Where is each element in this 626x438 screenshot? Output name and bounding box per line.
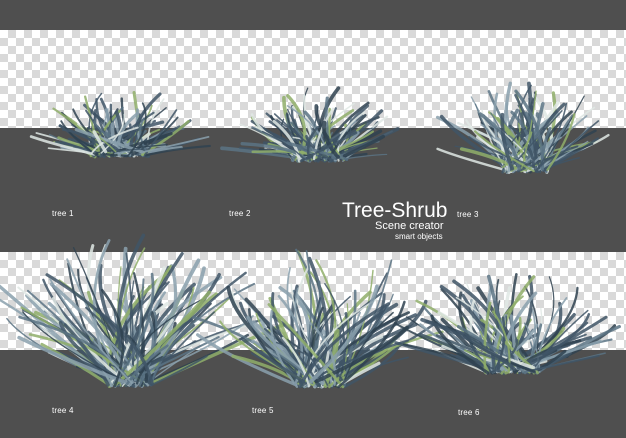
shrub-5-image — [193, 248, 444, 389]
shrub-2-image — [220, 86, 400, 163]
shrub-3-image — [435, 81, 610, 175]
label-tree-2: tree 2 — [229, 209, 251, 218]
shrub-1-image — [29, 90, 211, 159]
subtitle: Scene creator — [375, 220, 444, 232]
label-tree-4: tree 4 — [52, 406, 74, 415]
tagline: smart objects — [395, 232, 443, 241]
label-tree-5: tree 5 — [252, 406, 274, 415]
shrub-4-image — [0, 233, 286, 388]
shrub-6-image — [393, 273, 621, 375]
label-tree-1: tree 1 — [52, 209, 74, 218]
label-tree-6: tree 6 — [458, 408, 480, 417]
label-tree-3: tree 3 — [457, 210, 479, 219]
